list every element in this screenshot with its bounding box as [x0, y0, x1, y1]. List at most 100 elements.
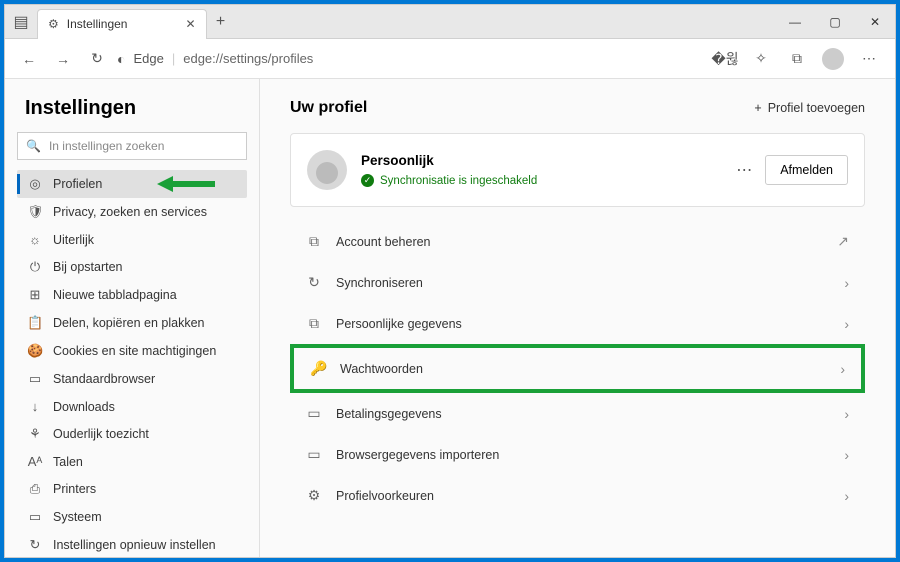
- sidebar-item-icon: ☼: [27, 232, 43, 247]
- chevron-right-icon: ›: [844, 406, 849, 422]
- sidebar-item-printers[interactable]: ⎙ Printers: [17, 475, 247, 503]
- setting-row-browsergegevens-importeren[interactable]: ▭ Browsergegevens importeren ›: [290, 434, 865, 475]
- profile-more-button[interactable]: ⋯: [736, 160, 753, 180]
- row-label: Synchroniseren: [336, 276, 830, 290]
- settings-sidebar: Instellingen 🔍 In instellingen zoeken ◎P…: [5, 79, 260, 557]
- row-label: Browsergegevens importeren: [336, 448, 830, 462]
- row-icon: ↻: [306, 274, 322, 291]
- profile-avatar: [307, 150, 347, 190]
- row-icon: ⚙: [306, 487, 322, 504]
- maximize-button[interactable]: ▢: [815, 5, 855, 39]
- sidebar-item-icon: 🍪: [27, 343, 43, 359]
- row-icon: ▭: [306, 446, 322, 463]
- setting-row-wachtwoorden[interactable]: 🔑 Wachtwoorden ›: [290, 344, 865, 393]
- sidebar-item-icon: ↓: [27, 399, 43, 414]
- row-icon: ⧉: [306, 315, 322, 332]
- sidebar-item-uiterlijk[interactable]: ☼Uiterlijk: [17, 226, 247, 253]
- setting-row-betalingsgegevens[interactable]: ▭Betalingsgegevens›: [290, 393, 865, 434]
- sidebar-item-systeem[interactable]: ▭Systeem: [17, 503, 247, 531]
- sidebar-item-label: Profielen: [53, 177, 102, 191]
- row-icon: ▭: [306, 405, 322, 422]
- edge-logo-icon: ◐: [117, 51, 125, 67]
- sidebar-item-delen-kopi-ren-en-plakken[interactable]: 📋 Delen, kopiëren en plakken: [17, 309, 247, 337]
- minimize-button[interactable]: —: [775, 5, 815, 39]
- sidebar-item-icon: ⏻: [27, 259, 43, 275]
- sidebar-item-label: Downloads: [53, 400, 115, 414]
- sidebar-item-profielen[interactable]: ◎Profielen: [17, 170, 247, 198]
- row-icon: 🔑: [310, 360, 326, 377]
- more-menu-icon[interactable]: ⋯: [853, 43, 885, 75]
- sidebar-item-label: Talen: [53, 455, 83, 469]
- add-profile-button[interactable]: + Profiel toevoegen: [754, 101, 865, 115]
- refresh-button[interactable]: ↻: [83, 45, 111, 73]
- search-icon: 🔍: [26, 139, 41, 153]
- sidebar-item-nieuwe-tabbladpagina[interactable]: ⊞ Nieuwe tabbladpagina: [17, 281, 247, 309]
- setting-row-persoonlijke-gegevens[interactable]: ⧉Persoonlijke gegevens›: [290, 303, 865, 344]
- sidebar-item-bij-opstarten[interactable]: ⏻Bij opstarten: [17, 253, 247, 281]
- chevron-right-icon: ›: [844, 275, 849, 291]
- sidebar-item-label: Standaardbrowser: [53, 372, 155, 386]
- sidebar-item-privacy-zoeken-en-services[interactable]: 🛡Privacy, zoeken en services: [17, 198, 247, 226]
- sync-status-label: Synchronisatie is ingeschakeld: [380, 175, 537, 187]
- check-icon: ✓: [361, 174, 374, 187]
- sidebar-item-label: Instellingen opnieuw instellen: [53, 538, 216, 552]
- url-divider: |: [172, 51, 175, 66]
- external-link-icon: ↗: [837, 233, 849, 250]
- sidebar-item-label: Printers: [53, 482, 96, 496]
- sidebar-title: Instellingen: [17, 97, 247, 120]
- chevron-right-icon: ›: [840, 361, 845, 377]
- setting-row-profielvoorkeuren[interactable]: ⚙Profielvoorkeuren›: [290, 475, 865, 516]
- signout-button[interactable]: Afmelden: [765, 155, 848, 185]
- row-icon: ⧉: [306, 233, 322, 250]
- favorites-icon[interactable]: ✧: [745, 43, 777, 75]
- annotation-arrow-icon: [157, 174, 217, 194]
- collections-icon[interactable]: ⧉: [781, 43, 813, 75]
- back-button[interactable]: ←: [15, 45, 43, 73]
- sidebar-item-cookies-en-site-machtigingen[interactable]: 🍪 Cookies en site machtigingen: [17, 337, 247, 365]
- new-tab-button[interactable]: +: [207, 8, 235, 36]
- content-area: Instellingen 🔍 In instellingen zoeken ◎P…: [5, 79, 895, 557]
- sidebar-item-icon: 📋: [27, 315, 43, 331]
- row-label: Profielvoorkeuren: [336, 489, 830, 503]
- setting-row-account-beheren[interactable]: ⧉Account beheren↗: [290, 221, 865, 262]
- sidebar-item-icon: ↻: [27, 537, 43, 553]
- titlebar: ▤ ⚙ Instellingen ✕ + — ▢ ✕: [5, 5, 895, 39]
- add-profile-label: Profiel toevoegen: [768, 101, 865, 115]
- sidebar-item-label: Nieuwe tabbladpagina: [53, 288, 177, 302]
- toolbar: ← → ↻ ◐ Edge | edge://settings/profiles …: [5, 39, 895, 79]
- sidebar-item-ouderlijk-toezicht[interactable]: ⚘Ouderlijk toezicht: [17, 420, 247, 448]
- address-bar[interactable]: ◐ Edge | edge://settings/profiles: [117, 51, 703, 67]
- close-tab-icon[interactable]: ✕: [185, 17, 195, 31]
- setting-row-synchroniseren[interactable]: ↻ Synchroniseren ›: [290, 262, 865, 303]
- profile-card: Persoonlijk ✓ Synchronisatie is ingescha…: [290, 133, 865, 207]
- url-text: edge://settings/profiles: [183, 51, 313, 66]
- browser-tab[interactable]: ⚙ Instellingen ✕: [37, 9, 207, 39]
- sidebar-item-icon: ⎙: [27, 481, 43, 497]
- app-icon: ▤: [5, 12, 37, 32]
- settings-search-input[interactable]: 🔍 In instellingen zoeken: [17, 132, 247, 160]
- brand-label: Edge: [133, 51, 163, 66]
- sidebar-item-icon: ▭: [27, 509, 43, 525]
- profile-avatar-icon[interactable]: [817, 43, 849, 75]
- sidebar-item-label: Privacy, zoeken en services: [53, 205, 207, 219]
- settings-main: Uw profiel + Profiel toevoegen Persoonli…: [260, 79, 895, 557]
- sidebar-item-talen[interactable]: AᴬTalen: [17, 448, 247, 475]
- gear-icon: ⚙: [48, 17, 59, 31]
- window-controls: — ▢ ✕: [775, 5, 895, 39]
- close-window-button[interactable]: ✕: [855, 5, 895, 39]
- sidebar-item-label: Cookies en site machtigingen: [53, 344, 216, 358]
- page-title: Uw profiel: [290, 99, 367, 117]
- chevron-right-icon: ›: [844, 316, 849, 332]
- sidebar-item-downloads[interactable]: ↓ Downloads: [17, 393, 247, 420]
- read-aloud-icon[interactable]: �윊: [709, 43, 741, 75]
- row-label: Wachtwoorden: [340, 362, 826, 376]
- sync-status: ✓ Synchronisatie is ingeschakeld: [361, 174, 722, 187]
- sidebar-item-label: Delen, kopiëren en plakken: [53, 316, 205, 330]
- sidebar-item-instellingen-opnieuw-instellen[interactable]: ↻ Instellingen opnieuw instellen: [17, 531, 247, 557]
- chevron-right-icon: ›: [844, 447, 849, 463]
- sidebar-item-standaardbrowser[interactable]: ▭Standaardbrowser: [17, 365, 247, 393]
- plus-icon: +: [754, 101, 761, 115]
- sidebar-item-icon: ⚘: [27, 426, 43, 442]
- sidebar-item-icon: ⊞: [27, 287, 43, 303]
- forward-button[interactable]: →: [49, 45, 77, 73]
